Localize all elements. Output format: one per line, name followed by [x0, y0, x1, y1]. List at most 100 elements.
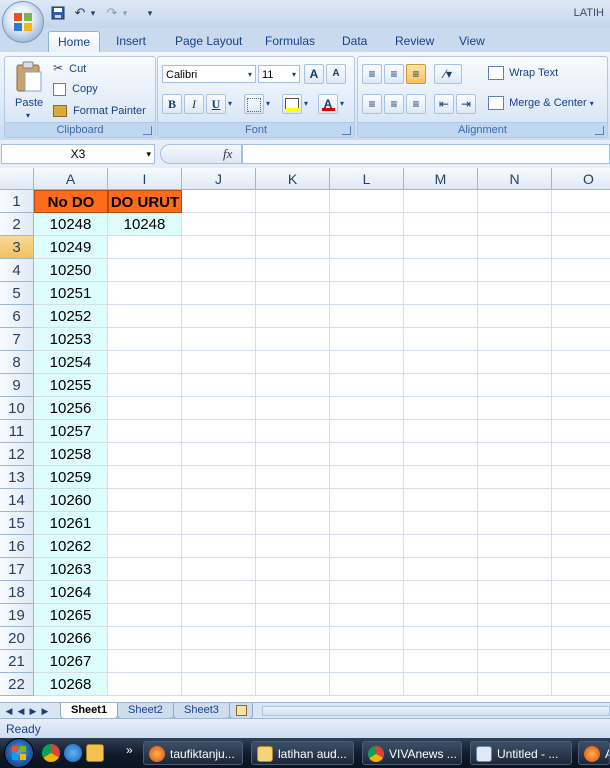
row-header[interactable]: 10	[0, 397, 34, 420]
cell[interactable]	[256, 535, 330, 558]
notes-icon[interactable]	[86, 744, 104, 762]
cell[interactable]	[108, 489, 182, 512]
column-header-m[interactable]: M	[404, 168, 478, 190]
last-sheet-icon[interactable]: ▶	[40, 705, 50, 717]
cell[interactable]	[182, 282, 256, 305]
borders-button[interactable]	[244, 94, 264, 114]
cell[interactable]	[404, 443, 478, 466]
redo-icon[interactable]: ↷	[104, 4, 120, 22]
cut-button[interactable]: ✂ Cut	[53, 61, 86, 75]
worksheet-grid[interactable]: A I J K L M N O 1 No DO DO URUT 2 10248 10248…	[0, 168, 610, 702]
cell-no-do[interactable]: 10250	[34, 259, 108, 282]
cell[interactable]	[552, 374, 610, 397]
internet-explorer-icon[interactable]	[64, 744, 82, 762]
cell[interactable]	[478, 397, 552, 420]
cell[interactable]	[404, 351, 478, 374]
sheet-tab-sheet1[interactable]: Sheet1	[60, 703, 119, 719]
font-launcher-icon[interactable]	[342, 126, 351, 135]
insert-function-icon[interactable]: fx	[223, 146, 232, 162]
cell[interactable]	[330, 604, 404, 627]
cell[interactable]	[256, 604, 330, 627]
row-header[interactable]: 22	[0, 673, 34, 696]
cell[interactable]	[330, 558, 404, 581]
cell[interactable]	[256, 673, 330, 696]
cell[interactable]	[256, 397, 330, 420]
cell[interactable]	[330, 535, 404, 558]
paste-dropdown-icon[interactable]: ▾	[26, 111, 30, 120]
row-header[interactable]: 7	[0, 328, 34, 351]
cell[interactable]	[256, 558, 330, 581]
cell-no-do[interactable]: 10267	[34, 650, 108, 673]
cell[interactable]	[182, 581, 256, 604]
cell[interactable]	[256, 190, 330, 213]
cell[interactable]	[182, 650, 256, 673]
cell[interactable]	[552, 282, 610, 305]
cell[interactable]	[404, 190, 478, 213]
column-header-k[interactable]: K	[256, 168, 330, 190]
font-color-dropdown-icon[interactable]: ▾	[340, 99, 344, 108]
cell-no-do[interactable]: 10263	[34, 558, 108, 581]
tab-view[interactable]: View	[450, 31, 494, 51]
row-header[interactable]: 12	[0, 443, 34, 466]
cell[interactable]	[330, 581, 404, 604]
cell[interactable]	[108, 328, 182, 351]
cell[interactable]	[182, 489, 256, 512]
cell[interactable]	[330, 650, 404, 673]
row-header[interactable]: 9	[0, 374, 34, 397]
cell[interactable]	[330, 512, 404, 535]
cell[interactable]	[552, 213, 610, 236]
cell-no-do[interactable]: 10253	[34, 328, 108, 351]
cell[interactable]	[478, 328, 552, 351]
cell[interactable]	[182, 535, 256, 558]
cell[interactable]	[182, 604, 256, 627]
cell[interactable]	[182, 305, 256, 328]
cell[interactable]	[552, 558, 610, 581]
cell[interactable]	[478, 673, 552, 696]
underline-button[interactable]: U	[206, 94, 226, 114]
column-header-i[interactable]: I	[108, 168, 182, 190]
cell[interactable]	[256, 374, 330, 397]
cell-no-do[interactable]: 10262	[34, 535, 108, 558]
cell[interactable]	[108, 236, 182, 259]
cell[interactable]	[478, 236, 552, 259]
cell[interactable]	[256, 627, 330, 650]
clipboard-launcher-icon[interactable]	[143, 126, 152, 135]
cell[interactable]	[478, 190, 552, 213]
cell[interactable]	[256, 512, 330, 535]
row-header[interactable]: 2	[0, 213, 34, 236]
cell-no-do[interactable]: 10256	[34, 397, 108, 420]
cell[interactable]	[182, 190, 256, 213]
row-header[interactable]: 20	[0, 627, 34, 650]
cell[interactable]	[404, 374, 478, 397]
cell-no-do[interactable]: 10249	[34, 236, 108, 259]
insert-sheet-button[interactable]	[229, 703, 253, 719]
cell-no-do[interactable]: 10260	[34, 489, 108, 512]
cell[interactable]	[478, 535, 552, 558]
cell[interactable]	[108, 420, 182, 443]
row-header[interactable]: 15	[0, 512, 34, 535]
fill-color-button[interactable]	[282, 94, 302, 114]
office-button[interactable]	[2, 1, 44, 43]
cell[interactable]	[108, 443, 182, 466]
font-color-button[interactable]: A	[318, 94, 338, 114]
cell[interactable]	[182, 397, 256, 420]
cell-no-do[interactable]: 10257	[34, 420, 108, 443]
redo-dropdown-icon[interactable]: ▾	[120, 4, 130, 22]
cell[interactable]	[478, 604, 552, 627]
cell-do-urut[interactable]: 10248	[108, 213, 182, 236]
font-family-select[interactable]: Calibri ▾	[162, 65, 256, 83]
tab-page-layout[interactable]: Page Layout	[166, 31, 251, 51]
cell[interactable]	[404, 328, 478, 351]
cell[interactable]	[552, 443, 610, 466]
row-header[interactable]: 1	[0, 190, 34, 213]
top-align-button[interactable]: ≡	[362, 64, 382, 84]
save-icon[interactable]	[50, 4, 66, 22]
cell[interactable]	[108, 466, 182, 489]
borders-dropdown-icon[interactable]: ▾	[266, 99, 270, 108]
cell[interactable]	[256, 282, 330, 305]
middle-align-button[interactable]: ≡	[384, 64, 404, 84]
cell[interactable]	[404, 305, 478, 328]
cell[interactable]	[478, 581, 552, 604]
paste-button[interactable]: Paste ▾	[11, 61, 47, 120]
cell[interactable]	[108, 305, 182, 328]
